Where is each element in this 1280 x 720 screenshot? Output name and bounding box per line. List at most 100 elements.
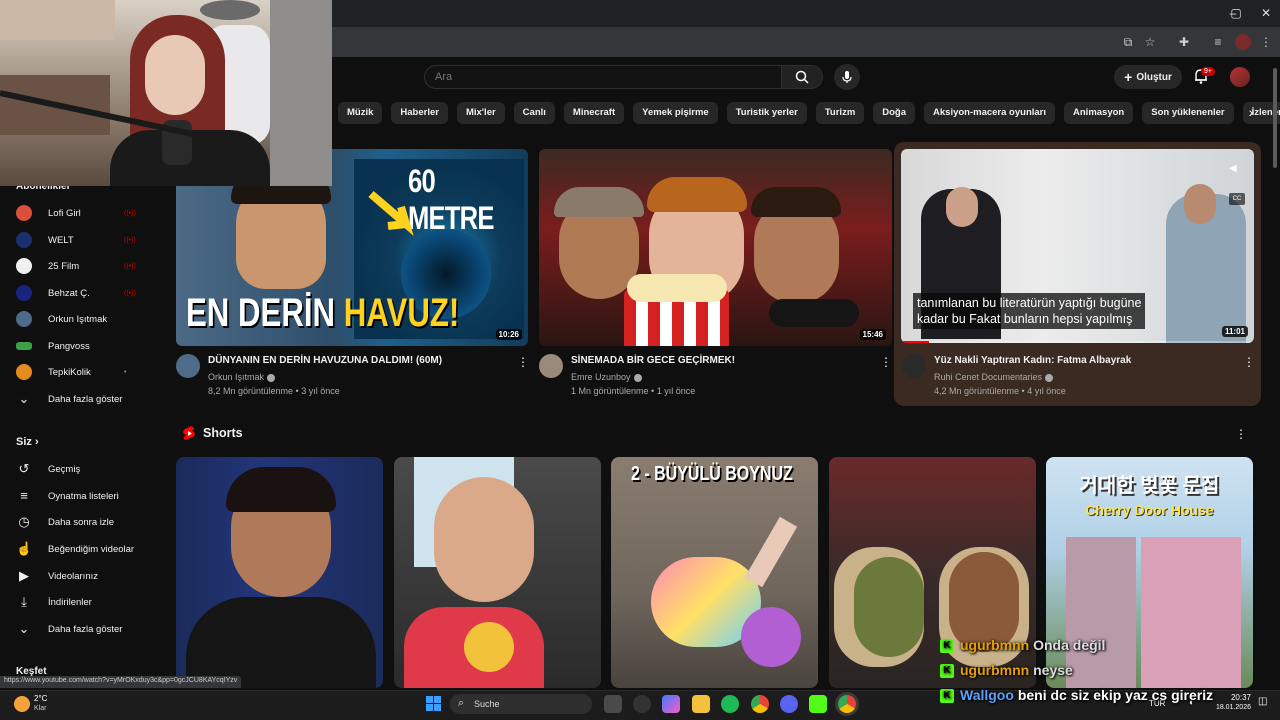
chip[interactable]: Turizm [815, 102, 865, 124]
sidebar-item-label: Behzat Ç. [48, 287, 90, 299]
chip[interactable]: Haberler [391, 102, 448, 124]
video-thumbnail[interactable]: 15:46 [539, 149, 892, 346]
progress-bar[interactable] [901, 341, 929, 343]
file-explorer-icon[interactable] [692, 695, 710, 713]
more-options-icon[interactable]: ⋮ [880, 354, 892, 370]
video-duration: 11:01 [1221, 326, 1248, 337]
more-options-icon[interactable]: ⋮ [1235, 426, 1247, 442]
channel-avatar [16, 364, 32, 380]
sidebar-item-orkun[interactable]: Orkun Işıtmak [0, 306, 150, 332]
search-input[interactable] [435, 69, 765, 85]
media-icon[interactable]: ≡ [1210, 34, 1226, 50]
chip[interactable]: Yemek pişirme [633, 102, 718, 124]
video-player-preview[interactable]: tanımlanan bu literatürün yaptığı bugüne… [901, 149, 1254, 343]
kick-app-icon[interactable] [809, 695, 827, 713]
weather-desc: Klar [34, 705, 47, 712]
channel-avatar[interactable] [176, 354, 200, 378]
channel-name[interactable]: Orkun Işıtmak [208, 372, 276, 382]
extensions-icon[interactable]: ✚ [1176, 34, 1192, 50]
search-icon: ⌕ [458, 697, 465, 709]
task-view-icon[interactable] [604, 695, 622, 713]
chip[interactable]: Canlı [513, 102, 555, 124]
bookmark-star-icon[interactable]: ☆ [1142, 34, 1158, 50]
windows-start-icon[interactable] [426, 696, 442, 712]
more-options-icon[interactable]: ⋮ [517, 354, 529, 370]
spotify-icon[interactable] [721, 695, 739, 713]
thumbs-up-icon: ☝ [16, 541, 33, 556]
voice-search-button[interactable] [834, 64, 860, 90]
sidebar-item-tepkikolik[interactable]: TepkiKolik • [0, 359, 150, 385]
short-item[interactable]: 2 - BÜYÜLÜ BOYNUZ [611, 457, 818, 688]
sidebar-item-liked[interactable]: ☝ Beğendiğim videolar [0, 536, 150, 562]
copilot-icon[interactable] [662, 695, 680, 713]
chip[interactable]: Doğa [873, 102, 916, 124]
overlay-text-yellow: HAVUZ! [343, 291, 460, 335]
discord-icon[interactable] [780, 695, 798, 713]
verified-icon [1045, 373, 1054, 382]
clock-date[interactable]: 18.01.2026 [1211, 704, 1251, 711]
clock-time[interactable]: 20:37 [1211, 693, 1251, 702]
chip[interactable]: Aksiyon-macera oyunları [924, 102, 1056, 124]
chip[interactable]: Minecraft [563, 102, 625, 124]
video-title[interactable]: Yüz Nakli Yaptıran Kadın: Fatma Albayrak [934, 355, 1131, 366]
sidebar-item-lofi-girl[interactable]: Lofi Girl ((•)) [0, 200, 150, 226]
search-button[interactable] [781, 65, 823, 89]
sidebar-item-your-videos[interactable]: ▶ Videolarınız [0, 563, 150, 589]
sidebar-item-welt[interactable]: WELT ((•)) [0, 227, 150, 253]
subscriptions-show-more[interactable]: ⌄ Daha fazla göster [0, 386, 150, 412]
sidebar-item-25-film[interactable]: 25 Film ((•)) [0, 253, 150, 279]
sidebar-item-label: Pangvoss [48, 340, 90, 352]
you-show-more[interactable]: ⌄ Daha fazla göster [0, 616, 150, 642]
chip[interactable]: Müzik [338, 102, 383, 124]
sidebar-item-watch-later[interactable]: ◷ Daha sonra izle [0, 509, 150, 535]
profile-icon[interactable] [1235, 34, 1251, 50]
maximize-icon[interactable]: ▢ [1226, 5, 1246, 21]
notification-center-icon[interactable]: ◫ [1258, 696, 1267, 707]
video-title[interactable]: SİNEMADA BİR GECE GEÇİRMEK! [571, 355, 735, 366]
channel-avatar[interactable] [902, 354, 926, 378]
sidebar-item-pangvoss[interactable]: Pangvoss [0, 333, 150, 359]
channel-name[interactable]: Ruhi Cenet Documentaries [934, 372, 1054, 382]
sidebar-item-history[interactable]: ↺ Geçmiş [0, 456, 150, 482]
chevron-down-icon: ⌄ [18, 621, 30, 636]
search-box[interactable] [424, 65, 782, 89]
channel-name[interactable]: Emre Uzunboy [571, 372, 642, 382]
cc-button[interactable]: CC [1229, 193, 1245, 205]
sidebar-item-downloads[interactable]: ⤓ İndirilenler [0, 589, 150, 615]
mute-icon[interactable]: ◀ [1229, 163, 1243, 177]
app-icon[interactable] [633, 695, 651, 713]
chrome-icon[interactable] [751, 695, 769, 713]
chat-message: Kugurbmnn Onda değil [940, 637, 1106, 654]
sidebar-item-behzat[interactable]: Behzat Ç. ((•)) [0, 280, 150, 306]
chevron-right-icon[interactable]: › [1243, 104, 1259, 122]
chrome-active-icon[interactable] [838, 695, 856, 713]
taskbar-search[interactable]: ⌕ Suche [450, 694, 592, 714]
account-avatar[interactable] [1230, 67, 1250, 87]
chat-username: ugurbmnn [960, 637, 1030, 653]
create-button[interactable]: + Oluştur [1114, 65, 1182, 89]
channel-avatar[interactable] [539, 354, 563, 378]
chip[interactable]: Mix'ler [456, 102, 505, 124]
chip[interactable]: Animasyon [1064, 102, 1134, 124]
short-item[interactable] [394, 457, 601, 688]
chat-text: Onda değil [1033, 637, 1106, 653]
you-section-title[interactable]: Siz › [16, 436, 39, 448]
sidebar-item-playlists[interactable]: ≡ Oynatma listeleri [0, 483, 150, 509]
short-item[interactable] [829, 457, 1036, 688]
cast-icon[interactable]: ⧉ [1120, 34, 1136, 50]
scrollbar-thumb[interactable] [1273, 68, 1277, 168]
short-item[interactable] [176, 457, 383, 688]
weather-icon[interactable] [14, 696, 30, 712]
menu-icon[interactable]: ⋮ [1258, 34, 1274, 50]
weather-temp[interactable]: 2°C [34, 694, 47, 703]
close-icon[interactable]: ✕ [1256, 5, 1276, 21]
more-options-icon[interactable]: ⋮ [1243, 354, 1255, 370]
video-title[interactable]: DÜNYANIN EN DERİN HAVUZUNA DALDIM! (60M) [208, 355, 442, 366]
short-overlay-text: 2 - BÜYÜLÜ BOYNUZ [631, 463, 793, 485]
chat-username: ugurbmnn [960, 662, 1030, 678]
channel-avatar [16, 311, 32, 327]
chip[interactable]: Turistik yerler [726, 102, 807, 124]
sidebar-item-label: Videolarınız [48, 570, 98, 582]
short-item[interactable]: 거대한 벚꽃 문집 Cherry Door House [1046, 457, 1253, 688]
chip[interactable]: Son yüklenenler [1142, 102, 1234, 124]
